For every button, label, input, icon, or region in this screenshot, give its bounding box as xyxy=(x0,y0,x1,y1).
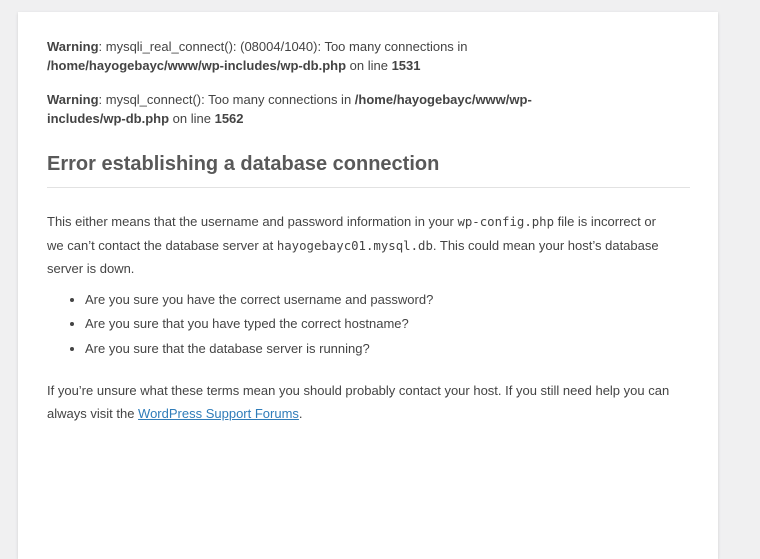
page-title: Error establishing a database connection xyxy=(47,152,690,188)
code-text: hayogebayc01.mysql.db xyxy=(277,239,433,253)
text-segment: on line xyxy=(346,58,392,73)
php-warning: Warning: mysql_connect(): Too many conne… xyxy=(47,91,690,129)
page-background: { "colors": { "page_background": "#f0f0f… xyxy=(0,12,760,559)
text-segment: on line xyxy=(169,111,215,126)
error-intro: This either means that the username and … xyxy=(47,210,690,280)
bold-text: Warning xyxy=(47,39,99,54)
text-segment: : mysqli_real_connect(): (08004/1040): T… xyxy=(99,39,468,54)
php-warning: Warning: mysqli_real_connect(): (08004/1… xyxy=(47,38,690,76)
wordpress-support-forums-link[interactable]: WordPress Support Forums xyxy=(138,406,299,421)
text-segment: : mysql_connect(): Too many connections … xyxy=(99,92,355,107)
bold-text: /home/hayogebayc/www/wp-includes/wp-db.p… xyxy=(47,58,346,73)
checklist-item: Are you sure that you have typed the cor… xyxy=(85,315,690,334)
text-segment: This either means that the username and … xyxy=(47,214,457,229)
php-warnings: Warning: mysqli_real_connect(): (08004/1… xyxy=(47,38,690,128)
checklist-item: Are you sure that the database server is… xyxy=(85,340,690,359)
bold-text: 1531 xyxy=(392,58,421,73)
code-text: wp-config.php xyxy=(457,215,554,229)
bold-text: Warning xyxy=(47,92,99,107)
bold-text: 1562 xyxy=(215,111,244,126)
text-segment: . xyxy=(299,406,303,421)
error-outro: If you’re unsure what these terms mean y… xyxy=(47,379,690,426)
checklist-item: Are you sure you have the correct userna… xyxy=(85,291,690,310)
error-page-card: Warning: mysqli_real_connect(): (08004/1… xyxy=(18,12,718,559)
error-checklist: Are you sure you have the correct userna… xyxy=(47,291,690,360)
